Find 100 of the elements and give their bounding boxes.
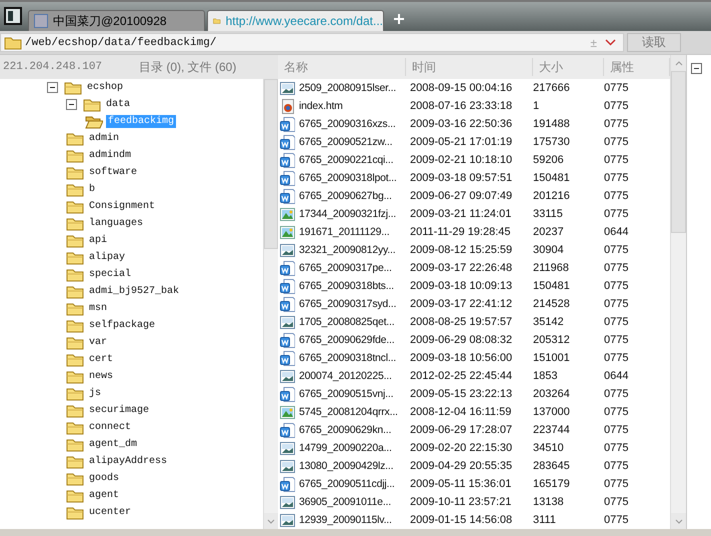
file-name[interactable]: 6765_20090627bg... [299, 190, 392, 202]
picture-icon [280, 512, 295, 528]
folder-icon [66, 386, 84, 400]
modified-time: 2009-06-29 17:28:07 [409, 424, 514, 436]
folder-name[interactable]: alipay [87, 251, 128, 264]
file-size: 137000 [533, 406, 571, 418]
folder-name[interactable]: agent [87, 489, 122, 502]
folder-name[interactable]: api [87, 234, 110, 247]
file-size: 205312 [533, 334, 571, 346]
file-permissions: 0775 [604, 190, 630, 202]
file-permissions: 0775 [604, 406, 630, 418]
file-permissions: 0775 [604, 352, 630, 364]
folder-name[interactable]: msn [87, 302, 110, 315]
window-icon [34, 14, 48, 28]
folder-icon [66, 132, 84, 146]
file-name[interactable]: 36905_20091011e... [299, 496, 391, 508]
collapse-icon[interactable] [66, 99, 77, 110]
folder-name[interactable]: ecshop [85, 81, 126, 94]
word-document-icon [280, 476, 295, 492]
file-name[interactable]: 2509_20080915lser... [299, 82, 396, 94]
file-permissions: 0775 [604, 478, 630, 490]
picture-icon [280, 368, 295, 384]
folder-name[interactable]: news [87, 370, 116, 383]
folder-name[interactable]: selfpackage [87, 319, 158, 332]
file-name[interactable]: 13080_20090429lz... [299, 460, 394, 472]
file-name[interactable]: 12939_20090115lv... [299, 514, 392, 526]
modified-time: 2009-03-21 11:24:01 [409, 208, 512, 220]
collapse-icon[interactable] [691, 63, 702, 74]
file-name[interactable]: 1705_20080825qet... [299, 316, 394, 328]
file-name[interactable]: 191671_20111129... [299, 226, 390, 238]
folder-name[interactable]: b [87, 183, 98, 196]
word-document-icon [280, 350, 295, 366]
modified-time: 2009-03-17 22:26:48 [409, 262, 514, 274]
file-name[interactable]: 6765_20090318lpot... [299, 172, 397, 184]
file-name[interactable]: index.htm [299, 100, 343, 112]
folder-name[interactable]: js [87, 387, 104, 400]
folder-icon [66, 506, 84, 520]
folder-name[interactable]: admi_bj9527_bak [87, 285, 182, 298]
folder-name[interactable]: special [87, 268, 134, 281]
file-permissions: 0775 [604, 496, 630, 508]
folder-name[interactable]: Consignment [87, 200, 158, 213]
file-size: 3111 [533, 514, 557, 526]
window-icon[interactable] [4, 7, 22, 25]
file-size: 223744 [533, 424, 571, 436]
word-document-icon [280, 188, 295, 204]
file-name[interactable]: 6765_20090521zw... [299, 136, 392, 148]
collapse-icon[interactable] [47, 82, 58, 93]
folder-name[interactable]: data [104, 98, 132, 111]
file-name[interactable]: 6765_20090515vnj... [299, 388, 394, 400]
file-permissions: 0775 [604, 460, 630, 472]
modified-time: 2009-03-16 22:50:36 [409, 118, 514, 130]
file-name[interactable]: 6765_20090316xzs... [299, 118, 396, 130]
file-name[interactable]: 6765_20090629fde... [299, 334, 394, 346]
folder-name[interactable]: admin [87, 132, 122, 145]
word-document-icon [280, 152, 295, 168]
file-name[interactable]: 6765_20090221cqi... [299, 154, 394, 166]
file-name[interactable]: 6765_20090629kn... [299, 424, 392, 436]
folder-icon [66, 216, 84, 230]
picture-icon [280, 314, 295, 330]
file-permissions: 0644 [604, 370, 630, 382]
folder-icon [66, 200, 84, 214]
folder-name[interactable]: software [87, 166, 140, 179]
modified-time: 2012-02-25 22:45:44 [409, 370, 514, 382]
folder-name[interactable]: cert [87, 353, 116, 366]
folder-name[interactable]: agent_dm [87, 438, 140, 451]
file-size: 1 [533, 100, 540, 112]
folder-icon [66, 352, 84, 366]
modified-time: 2011-11-29 19:28:45 [409, 226, 512, 238]
file-name[interactable]: 14799_20090220a... [299, 442, 392, 454]
modified-time: 2009-08-12 15:25:59 [409, 244, 514, 256]
new-tab-icon[interactable] [394, 14, 404, 24]
file-name[interactable]: 6765_20090511cdjj... [299, 478, 395, 490]
folder-name[interactable]: var [87, 336, 110, 349]
folder-name[interactable]: ucenter [87, 506, 134, 519]
path-field[interactable]: /web/ecshop/data/feedbackimg/ ± [0, 33, 624, 52]
file-name[interactable]: 6765_20090318tncl... [299, 352, 396, 364]
folder-icon [66, 488, 84, 502]
folder-name[interactable]: connect [87, 421, 134, 434]
folder-icon [4, 36, 22, 50]
file-name[interactable]: 6765_20090317syd... [299, 298, 396, 310]
folder-icon [66, 166, 84, 180]
folder-icon [66, 454, 84, 468]
file-size: 20237 [533, 226, 565, 238]
folder-name[interactable]: languages [87, 217, 146, 230]
file-name[interactable]: 32321_20090812yy... [299, 244, 396, 256]
folder-name[interactable]: securimage [87, 404, 152, 417]
folder-name[interactable]: goods [87, 472, 122, 485]
modified-time: 2008-07-16 23:33:18 [409, 100, 514, 112]
file-size: 217666 [533, 82, 571, 94]
file-name[interactable]: 6765_20090318bts... [299, 280, 394, 292]
folder-name[interactable]: alipayAddress [87, 455, 170, 468]
file-name[interactable]: 17344_20090321fzj... [299, 208, 396, 220]
file-permissions: 0775 [604, 244, 630, 256]
modified-time: 2009-02-21 10:18:10 [409, 154, 514, 166]
file-name[interactable]: 5745_20081204qrrx... [299, 406, 398, 418]
caret-icon[interactable] [605, 39, 616, 46]
file-name[interactable]: 6765_20090317pe... [299, 262, 392, 274]
file-name[interactable]: 200074_20120225... [299, 370, 392, 382]
tab[interactable]: 中国菜刀@20100928 [28, 10, 205, 31]
folder-name[interactable]: admindm [87, 149, 134, 162]
